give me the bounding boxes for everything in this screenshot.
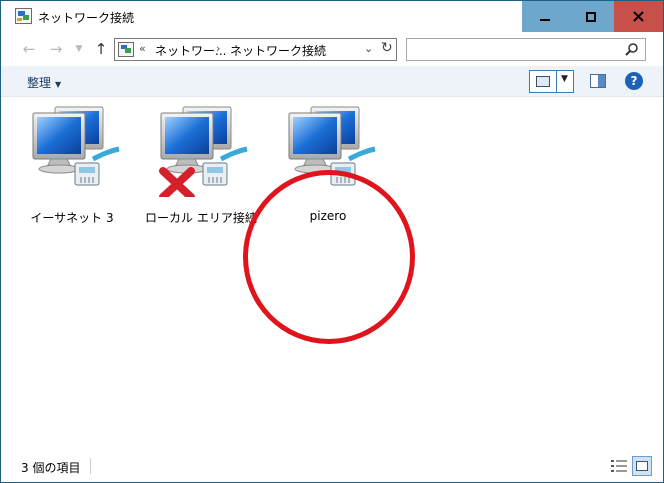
item-count: 3 個の項目 — [21, 461, 81, 475]
large-icons-view-icon[interactable] — [632, 456, 652, 476]
recent-locations-chevron-icon: ▼ — [75, 44, 83, 54]
breadcrumb-overflow[interactable]: « — [139, 42, 146, 55]
back-arrow-icon: ← — [22, 40, 36, 58]
recent-locations-button[interactable]: ▼ — [72, 39, 86, 59]
status-bar: 3 個の項目 — [1, 451, 663, 482]
breadcrumb-separator[interactable]: › — [216, 42, 220, 55]
explorer-window: ネットワーク接続 ← → ▼ ↑ « ネットワー... › ネットワーク接続 ›… — [0, 0, 664, 483]
magnifier-icon — [625, 43, 638, 56]
minimize-button[interactable] — [522, 1, 568, 32]
large-icons-view-icon — [536, 76, 550, 87]
close-button[interactable] — [614, 1, 663, 32]
breadcrumb-network-connections[interactable]: ネットワーク接続 — [230, 42, 326, 59]
network-item-ethernet-3[interactable]: イーサネット 3 — [17, 105, 127, 225]
network-folder-icon — [118, 42, 134, 57]
title-bar[interactable]: ネットワーク接続 — [1, 1, 663, 32]
network-item-local-area-connection[interactable]: ローカル エリア接続 — [145, 105, 257, 225]
chevron-down-icon: ▼ — [55, 80, 62, 89]
help-button[interactable]: ? — [625, 72, 643, 90]
maximize-button[interactable] — [568, 1, 614, 32]
search-box[interactable] — [406, 38, 646, 61]
up-button[interactable]: ↑ — [91, 39, 111, 59]
breadcrumb-separator[interactable]: › — [314, 42, 318, 55]
maximize-icon — [586, 11, 596, 22]
close-icon — [633, 11, 644, 22]
chevron-down-icon[interactable]: ▼ — [561, 74, 568, 84]
preview-pane-icon[interactable] — [590, 74, 606, 88]
details-view-icon[interactable] — [610, 458, 628, 474]
address-dropdown-icon[interactable]: ⌄ — [364, 42, 373, 55]
refresh-icon[interactable]: ↻ — [381, 40, 393, 56]
back-button[interactable]: ← — [19, 39, 39, 59]
help-icon: ? — [630, 74, 638, 88]
organize-label: 整理 — [27, 76, 52, 90]
item-label: イーサネット 3 — [30, 211, 114, 225]
minimize-icon — [540, 18, 550, 21]
network-adapter-disconnected-icon — [159, 106, 248, 197]
red-circle-annotation — [243, 170, 415, 344]
network-folder-icon — [15, 8, 32, 24]
network-adapter-icon — [32, 106, 120, 186]
organize-button[interactable]: 整理 ▼ — [27, 74, 61, 91]
navigation-bar: ← → ▼ ↑ « ネットワー... › ネットワーク接続 › ⌄ ↻ — [1, 32, 663, 66]
address-bar[interactable]: « ネットワー... › ネットワーク接続 › ⌄ ↻ — [114, 38, 397, 61]
forward-arrow-icon: → — [49, 40, 63, 58]
status-divider — [90, 458, 91, 474]
change-view-button[interactable]: ▼ — [529, 70, 574, 93]
window-title: ネットワーク接続 — [38, 11, 135, 25]
up-arrow-icon: ↑ — [94, 40, 108, 58]
item-label: ローカル エリア接続 — [145, 211, 257, 225]
file-list: イーサネット 3 ローカル エリア接続 pizero — [1, 97, 663, 451]
forward-button[interactable]: → — [46, 39, 66, 59]
command-bar: 整理 ▼ ▼ ? — [1, 66, 663, 97]
